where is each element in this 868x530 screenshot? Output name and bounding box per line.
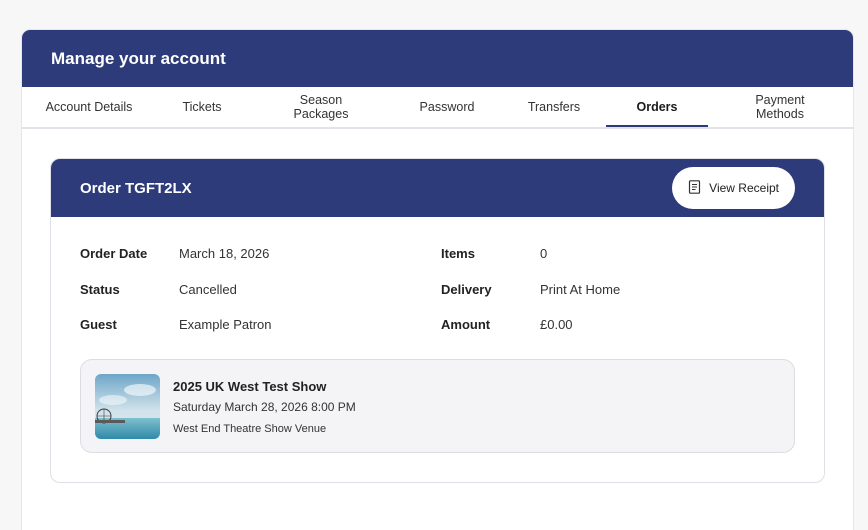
order-date-value: March 18, 2026 — [179, 246, 270, 261]
tab-password[interactable]: Password — [402, 87, 492, 127]
delivery-value: Print At Home — [540, 282, 621, 297]
page-title: Manage your account — [51, 48, 226, 68]
event-thumbnail — [95, 374, 160, 439]
amount-value: £0.00 — [540, 317, 573, 332]
order-card: Order TGFT2LX View Receipt Order Date Ma… — [50, 158, 825, 483]
order-details: Order Date March 18, 2026 Status Cancell… — [51, 217, 824, 357]
event-venue: West End Theatre Show Venue — [173, 423, 327, 435]
guest-label: Guest — [80, 317, 117, 332]
event-item[interactable]: 2025 UK West Test Show Saturday March 28… — [80, 359, 795, 453]
tab-account-details[interactable]: Account Details — [34, 87, 144, 127]
status-value: Cancelled — [179, 282, 237, 297]
tab-tickets[interactable]: Tickets — [162, 87, 242, 127]
items-label: Items — [441, 246, 475, 261]
tab-season-packages[interactable]: Season Packages — [272, 87, 370, 127]
view-receipt-button[interactable]: View Receipt — [672, 167, 795, 209]
view-receipt-label: View Receipt — [709, 181, 779, 195]
delivery-label: Delivery — [441, 282, 492, 297]
account-tabs: Account Details Tickets Season Packages … — [22, 87, 853, 129]
active-tab-indicator — [606, 125, 708, 127]
panel-header: Manage your account — [22, 30, 853, 87]
amount-label: Amount — [441, 317, 491, 332]
event-datetime: Saturday March 28, 2026 8:00 PM — [173, 400, 356, 414]
order-date-label: Order Date — [80, 246, 148, 261]
order-title: Order TGFT2LX — [80, 179, 192, 197]
receipt-icon — [688, 179, 701, 197]
tab-transfers[interactable]: Transfers — [512, 87, 596, 127]
tab-payment-methods[interactable]: Payment Methods — [734, 87, 826, 127]
event-name: 2025 UK West Test Show — [173, 379, 327, 394]
status-label: Status — [80, 282, 120, 297]
order-header: Order TGFT2LX View Receipt — [51, 159, 824, 217]
account-panel: Manage your account Account Details Tick… — [22, 30, 853, 530]
items-value: 0 — [540, 246, 548, 261]
guest-value: Example Patron — [179, 317, 272, 332]
tab-orders[interactable]: Orders — [606, 87, 708, 127]
